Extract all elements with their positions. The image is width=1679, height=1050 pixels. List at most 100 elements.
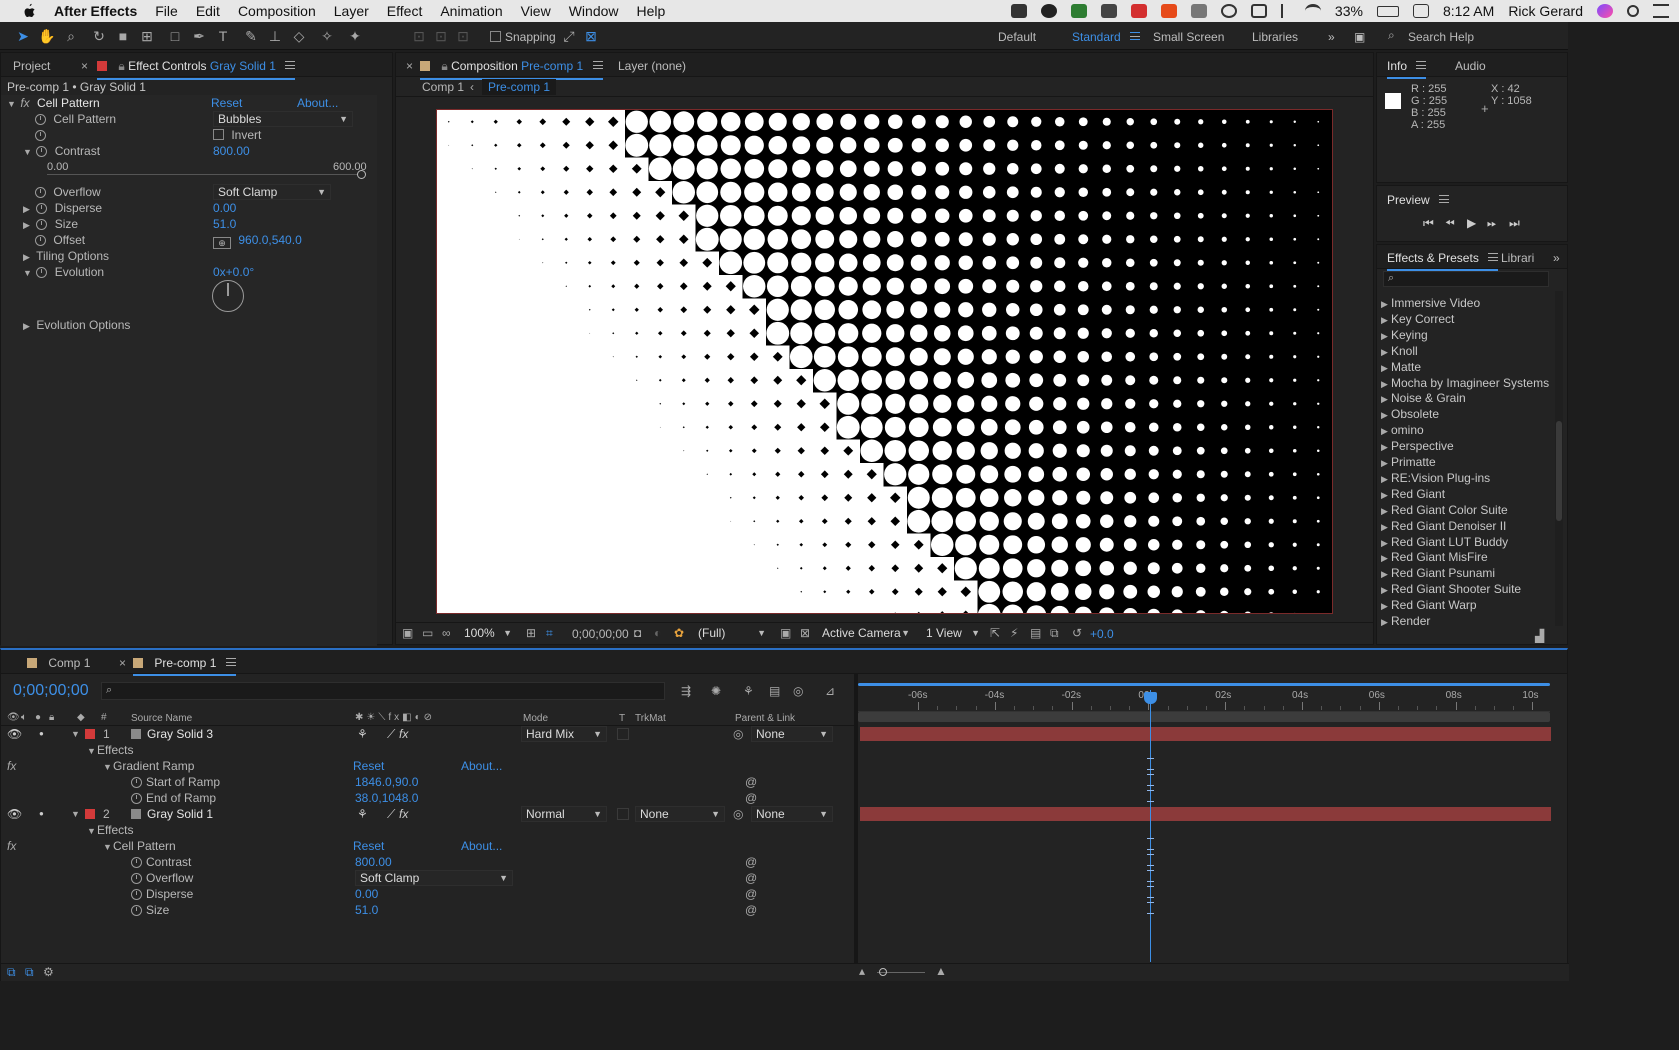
composition-canvas[interactable] xyxy=(436,109,1333,614)
hand-tool-icon[interactable]: ✋ xyxy=(38,27,56,45)
collapse-triangle-icon[interactable]: ▼ xyxy=(71,726,81,742)
invert-checkbox[interactable] xyxy=(213,129,224,140)
next-frame-icon[interactable]: ⏩︎ xyxy=(1487,216,1497,231)
comp-flowchart-icon[interactable]: ⇶ xyxy=(681,684,691,698)
layer-row-1[interactable]: 👁︎ ● ▼ 1 Gray Solid 3 ⚘ ⟋ fx Hard Mix ▼ ◎… xyxy=(7,726,854,742)
snapping-options-icon[interactable]: ⤢ xyxy=(560,27,578,45)
expand-triangle-icon[interactable]: ▶ xyxy=(1381,519,1391,535)
layer1-reset-link[interactable]: Reset xyxy=(353,758,384,774)
effects-category-item[interactable]: ▶ Render xyxy=(1381,613,1430,626)
close-tab-icon[interactable]: × xyxy=(406,59,413,73)
monitor-icon[interactable]: ▭ xyxy=(422,626,433,640)
rotation-tool-icon[interactable]: ↻ xyxy=(90,27,108,45)
more-workspaces-icon[interactable]: » xyxy=(1328,30,1335,44)
viewer-timecode[interactable]: 0;00;00;00 xyxy=(572,627,629,641)
view-layout-dropdown[interactable]: 1 View ▼ xyxy=(922,626,984,642)
expand-triangle-icon[interactable]: ▶ xyxy=(1381,407,1391,423)
expand-triangle-icon[interactable]: ▶ xyxy=(23,217,33,233)
timeline-divider[interactable] xyxy=(854,674,858,981)
tab-project[interactable]: Project xyxy=(13,59,50,73)
effect-cell-pattern-header[interactable]: ▼ fx Cell Pattern xyxy=(7,95,100,111)
expand-triangle-icon[interactable]: ▶ xyxy=(1381,423,1391,439)
stopwatch-icon[interactable] xyxy=(35,187,46,198)
evolution-options-group[interactable]: ▶ Evolution Options xyxy=(23,317,130,333)
snapping-toggle[interactable]: Snapping xyxy=(490,30,556,44)
tab-audio[interactable]: Audio xyxy=(1455,59,1486,73)
visibility-eye-icon[interactable]: 👁︎ xyxy=(7,806,22,822)
effect-reset-link[interactable]: Reset xyxy=(211,95,242,111)
effects-category-item[interactable]: ▶ Red Giant xyxy=(1381,486,1445,502)
effects-category-item[interactable]: ▶ Red Giant LUT Buddy xyxy=(1381,534,1508,550)
tab-effect-controls[interactable]: 🔒︎ Effect Controls Gray Solid 1 xyxy=(97,59,296,80)
evolution-value[interactable]: 0x+0.0° xyxy=(213,264,254,280)
panel-menu-icon[interactable] xyxy=(1439,195,1450,203)
display-tray-icon[interactable] xyxy=(1190,4,1207,18)
expand-triangle-icon[interactable]: ▶ xyxy=(1381,535,1391,551)
time-ruler[interactable]: -06s-04s-02s00s02s04s06s08s10s xyxy=(858,690,1550,712)
siri-icon[interactable] xyxy=(1597,4,1613,18)
stopwatch-icon[interactable] xyxy=(131,905,142,916)
label-color-swatch[interactable] xyxy=(85,809,95,819)
expand-triangle-icon[interactable]: ▶ xyxy=(1381,566,1391,582)
effects-category-item[interactable]: ▶ Perspective xyxy=(1381,438,1454,454)
layer1-parent-dropdown[interactable]: None ▼ xyxy=(751,726,833,742)
snap-feather-icon[interactable]: ⊠ xyxy=(582,27,600,45)
collapse-triangle-icon[interactable]: ▼ xyxy=(23,144,33,160)
modes-toggle-icon[interactable]: ⧉ xyxy=(25,965,34,980)
visibility-eye-icon[interactable]: 👁︎ xyxy=(7,726,22,742)
draft-3d-icon[interactable]: ✺ xyxy=(711,684,721,698)
expand-triangle-icon[interactable]: ▶ xyxy=(1381,391,1391,407)
stopwatch-icon[interactable] xyxy=(131,889,142,900)
menu-effect[interactable]: Effect xyxy=(387,3,423,19)
pickwhip-icon[interactable]: ◎ xyxy=(733,806,743,822)
user-name[interactable]: Rick Gerard xyxy=(1508,3,1583,19)
size-value[interactable]: 51.0 xyxy=(213,216,236,232)
selection-tool-icon[interactable]: ➤ xyxy=(14,27,32,45)
prop-disperse[interactable]: ▶ Disperse xyxy=(23,200,102,216)
search-help-field[interactable]: ⌕ Search Help xyxy=(1384,25,1564,45)
stopwatch-icon[interactable] xyxy=(35,130,46,141)
layer2-trkmat-dropdown[interactable]: None ▼ xyxy=(635,806,725,822)
menu-animation[interactable]: Animation xyxy=(440,3,502,19)
time-navigator[interactable] xyxy=(858,712,1550,722)
menu-view[interactable]: View xyxy=(521,3,551,19)
crumb-comp1[interactable]: Comp 1 xyxy=(422,80,464,94)
dropbox-icon[interactable] xyxy=(1010,4,1027,18)
menu-composition[interactable]: Composition xyxy=(238,3,316,19)
end-of-ramp-value[interactable]: 38.0,1048.0 xyxy=(355,790,418,806)
prop-size[interactable]: ▶ Size xyxy=(23,216,78,232)
contrast-slider-track[interactable] xyxy=(47,174,361,175)
effects-category-item[interactable]: ▶ Red Giant MisFire xyxy=(1381,549,1488,565)
tiling-options-group[interactable]: ▶ Tiling Options xyxy=(23,248,109,264)
expression-pickwhip-icon[interactable]: @ xyxy=(745,902,757,918)
shy-switch-icon[interactable]: ⚘ xyxy=(357,806,368,822)
expand-triangle-icon[interactable]: ▶ xyxy=(23,249,33,265)
tab-info[interactable]: Info xyxy=(1387,59,1427,79)
playhead-line[interactable] xyxy=(1150,690,1151,962)
expand-triangle-icon[interactable]: ▶ xyxy=(1381,360,1391,376)
zoom-out-icon[interactable]: ▴ xyxy=(859,964,865,978)
workspace-libraries[interactable]: Libraries xyxy=(1252,30,1298,44)
effects-category-item[interactable]: ▶ Immersive Video xyxy=(1381,295,1480,311)
offset-value[interactable]: 960.0,540.0 xyxy=(238,233,301,247)
stopwatch-icon[interactable] xyxy=(131,857,142,868)
quality-switch-icon[interactable]: ⟋ xyxy=(387,806,395,822)
preserve-transparency-checkbox[interactable] xyxy=(617,808,629,820)
prop-contrast[interactable]: ▼ Contrast xyxy=(23,143,100,159)
expand-triangle-icon[interactable]: ▶ xyxy=(1381,296,1391,312)
graph-editor-icon[interactable]: ⊿ xyxy=(825,684,835,698)
clock[interactable]: 8:12 AM xyxy=(1443,3,1494,19)
wifi-icon[interactable] xyxy=(1304,4,1321,18)
stopwatch-icon[interactable] xyxy=(36,203,48,214)
timeline-search-input[interactable]: ⌕ xyxy=(101,682,665,700)
timeline-timecode[interactable]: 0;00;00;00 xyxy=(13,682,89,700)
close-tab-icon[interactable]: × xyxy=(81,59,88,73)
last-frame-icon[interactable]: ⏭︎ xyxy=(1509,216,1520,231)
record-tray-icon[interactable] xyxy=(1160,4,1177,18)
snapshot-camera-icon[interactable]: ◘ xyxy=(634,626,641,640)
col-source-name[interactable]: Source Name xyxy=(131,713,192,724)
effects-category-item[interactable]: ▶ Red Giant Shooter Suite xyxy=(1381,581,1521,597)
lock-icon[interactable]: 🔒︎ xyxy=(118,59,124,73)
mask-visibility-icon[interactable]: ⌗ xyxy=(546,626,553,641)
tab-libraries[interactable]: Librari xyxy=(1501,251,1534,265)
